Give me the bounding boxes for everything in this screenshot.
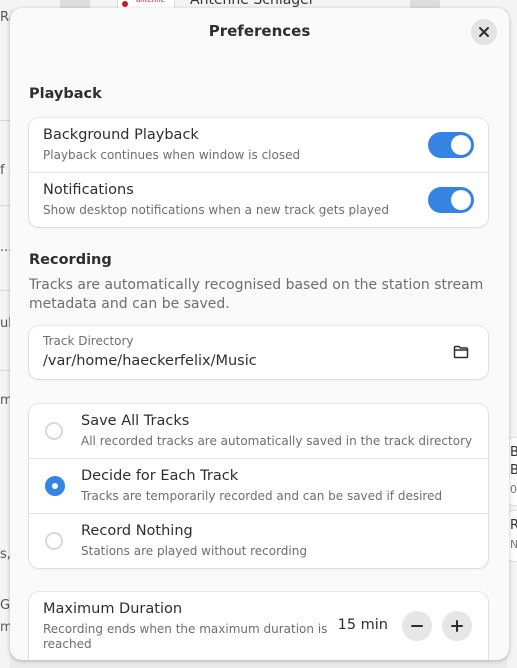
- notifications-toggle[interactable]: [428, 187, 474, 213]
- background-text: Ra: [0, 10, 10, 25]
- toggle-knob: [451, 190, 471, 210]
- save-all-tracks-option[interactable]: Save All Tracks All recorded tracks are …: [29, 404, 488, 458]
- playback-section-title: Playback: [29, 86, 102, 102]
- background-window-left: Ra f ( ... ub m s, Gl m: [0, 0, 10, 668]
- recording-mode-group: Save All Tracks All recorded tracks are …: [29, 404, 488, 568]
- toggle-knob: [451, 135, 471, 155]
- decrement-button[interactable]: [402, 611, 432, 641]
- background-text: s,: [0, 547, 10, 562]
- row-title: Maximum Duration: [43, 601, 183, 617]
- max-duration-value: 15 min: [337, 617, 388, 633]
- row-subtitle: Stations are played without recording: [81, 544, 307, 558]
- track-directory-label: Track Directory: [43, 334, 134, 348]
- divider: [0, 205, 10, 206]
- divider: [0, 370, 10, 371]
- close-icon: [479, 27, 489, 37]
- background-playback-row[interactable]: Background Playback Playback continues w…: [29, 118, 488, 172]
- row-subtitle: All recorded tracks are automatically sa…: [81, 434, 473, 448]
- divider: [0, 290, 10, 291]
- minus-icon: [411, 625, 423, 627]
- close-button[interactable]: [471, 19, 497, 45]
- row-subtitle: Tracks are temporarily recorded and can …: [81, 489, 443, 503]
- decide-each-track-radio[interactable]: [45, 476, 65, 496]
- background-playback-toggle[interactable]: [428, 132, 474, 158]
- background-text: ub: [0, 316, 10, 331]
- increment-button[interactable]: [442, 611, 472, 641]
- background-text: m: [0, 393, 10, 408]
- preferences-dialog: Preferences Playback Background Playback…: [10, 8, 509, 660]
- track-directory-row[interactable]: Track Directory /var/home/haeckerfelix/M…: [29, 326, 488, 379]
- row-title: Background Playback: [43, 127, 199, 143]
- background-text: m: [0, 620, 10, 635]
- station-name: Antenne Schlager: [190, 0, 315, 8]
- decide-each-track-option[interactable]: Decide for Each Track Tracks are tempora…: [29, 458, 488, 514]
- save-all-tracks-radio[interactable]: [45, 422, 63, 440]
- row-title: Notifications: [43, 182, 134, 198]
- logo-text: antenne: [136, 0, 165, 4]
- background-text: f (: [0, 163, 10, 178]
- recording-section-title: Recording: [29, 252, 112, 268]
- background-text: R: [510, 518, 517, 533]
- row-subtitle: Playback continues when window is closed: [43, 148, 301, 162]
- record-nothing-option[interactable]: Record Nothing Stations are played witho…: [29, 513, 488, 569]
- background-text: B: [510, 445, 517, 460]
- background-text: N: [510, 538, 517, 551]
- maximum-duration-row: Maximum Duration Recording ends when the…: [29, 592, 488, 660]
- logo-dot-icon: [122, 1, 128, 7]
- choose-folder-button[interactable]: [446, 337, 476, 367]
- notifications-row[interactable]: Notifications Show desktop notifications…: [29, 172, 488, 228]
- row-subtitle: Show desktop notifications when a new tr…: [43, 203, 389, 217]
- background-text: 0: [510, 483, 517, 496]
- folder-icon: [453, 345, 469, 359]
- track-directory-path: /var/home/haeckerfelix/Music: [43, 353, 257, 369]
- background-text: B: [510, 463, 517, 478]
- playback-group: Background Playback Playback continues w…: [29, 118, 488, 227]
- row-title: Record Nothing: [81, 523, 193, 539]
- background-text: ...: [0, 240, 10, 255]
- dialog-title: Preferences: [208, 22, 311, 40]
- recording-description: Tracks are automatically recognised base…: [29, 277, 484, 312]
- row-title: Decide for Each Track: [81, 468, 239, 484]
- background-text: Gl: [0, 598, 10, 613]
- row-title: Save All Tracks: [81, 413, 190, 429]
- divider: [0, 120, 10, 121]
- record-nothing-radio[interactable]: [45, 532, 63, 550]
- plus-icon: [451, 620, 463, 632]
- row-subtitle: Recording ends when the maximum duration…: [43, 622, 328, 651]
